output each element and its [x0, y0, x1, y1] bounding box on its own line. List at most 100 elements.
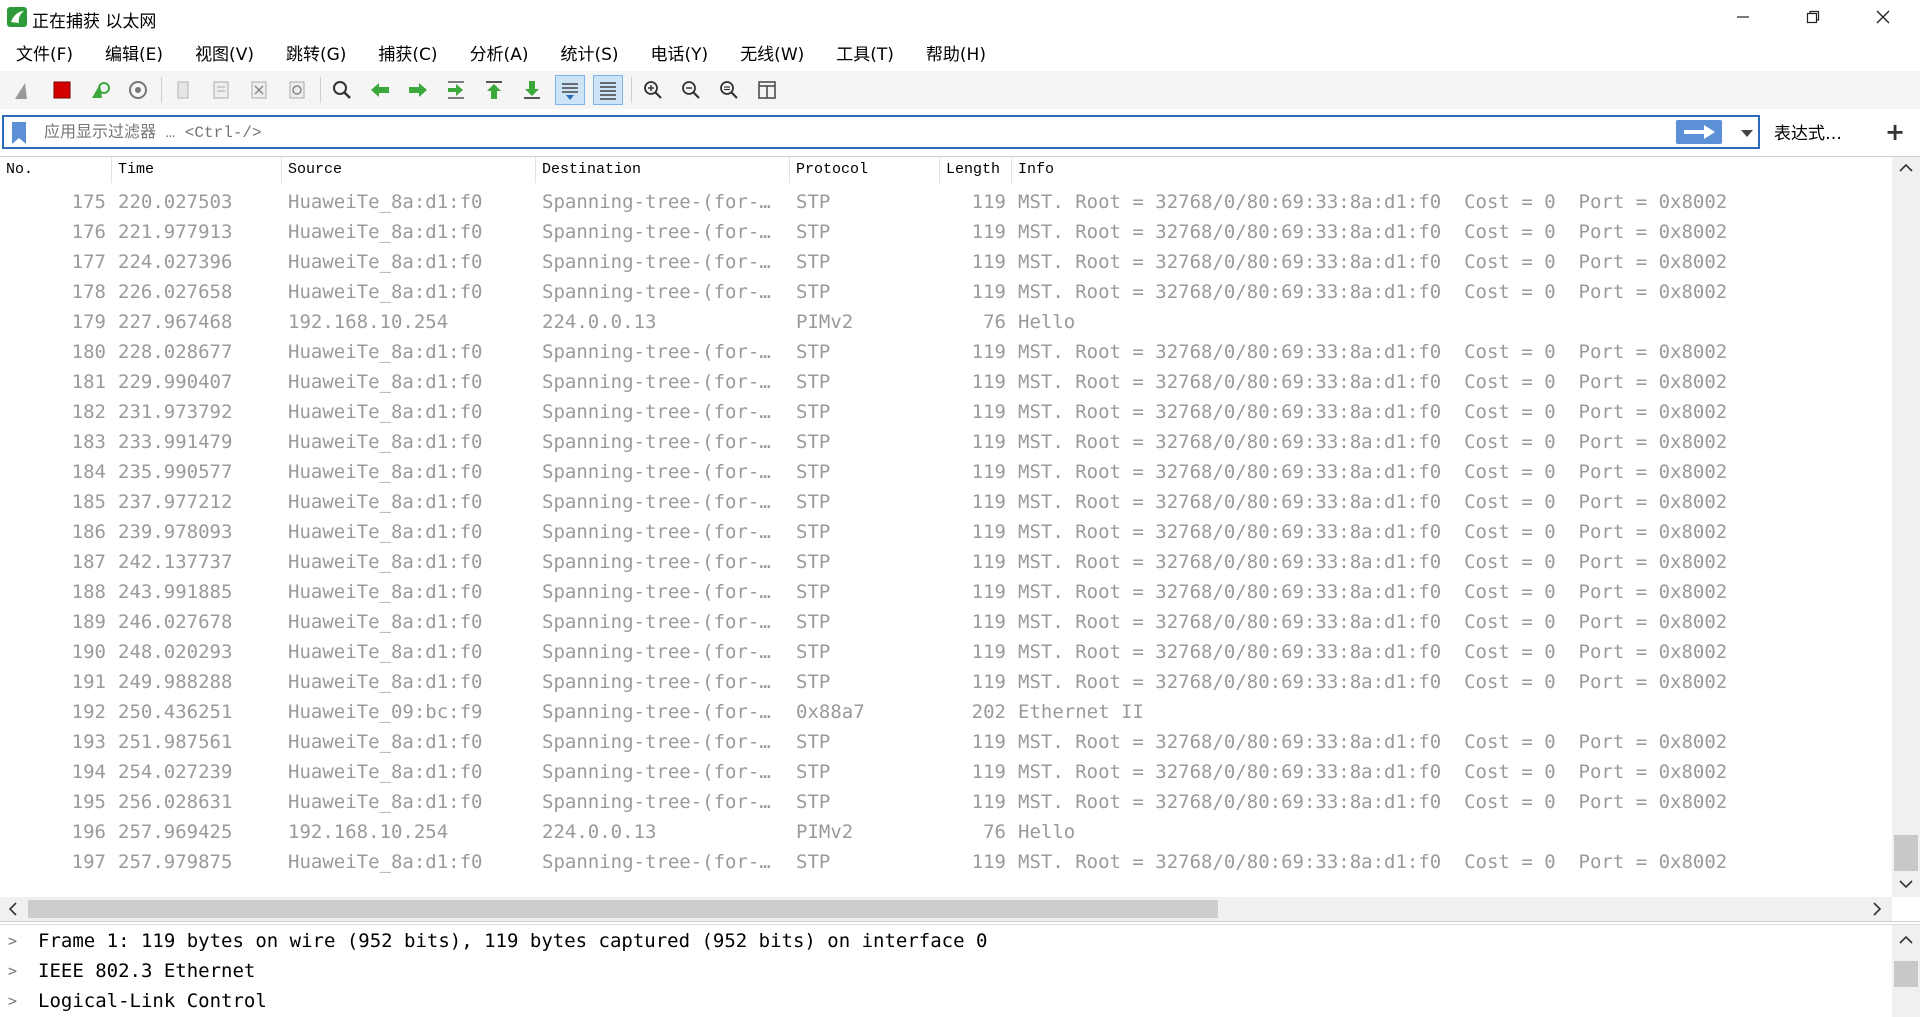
packet-row[interactable]: 190 248.020293 HuaweiTe_8a:d1:f0 Spanning-t…: [0, 637, 1890, 667]
packet-row[interactable]: 184 235.990577 HuaweiTe_8a:d1:f0 Spanning-t…: [0, 457, 1890, 487]
column-header-info[interactable]: Info: [1012, 157, 1890, 183]
packet-destination-cell: Spanning-tree-(for-…: [542, 851, 771, 873]
menu-capture[interactable]: 捕获(C): [368, 36, 447, 69]
shark-fin-icon: [15, 83, 27, 99]
scrollbar-thumb[interactable]: [1894, 835, 1918, 871]
packet-row[interactable]: 175 220.027503 HuaweiTe_8a:d1:f0 Spanning-t…: [0, 187, 1890, 217]
packet-row[interactable]: 194 254.027239 HuaweiTe_8a:d1:f0 Spanning-t…: [0, 757, 1890, 787]
go-back-button[interactable]: [365, 75, 395, 105]
column-header-source[interactable]: Source: [282, 157, 536, 183]
packet-row[interactable]: 186 239.978093 HuaweiTe_8a:d1:f0 Spanning-t…: [0, 517, 1890, 547]
resize-columns-button[interactable]: [752, 75, 782, 105]
find-packet-button[interactable]: [327, 75, 357, 105]
packet-list-horizontal-scrollbar[interactable]: [0, 897, 1892, 921]
detail-item-label: Frame 1: 119 bytes on wire (952 bits), 1…: [38, 930, 988, 952]
packet-row[interactable]: 180 228.028677 HuaweiTe_8a:d1:f0 Spanning-t…: [0, 337, 1890, 367]
packet-row[interactable]: 187 242.137737 HuaweiTe_8a:d1:f0 Spanning-t…: [0, 547, 1890, 577]
zoom-out-button[interactable]: [676, 75, 706, 105]
packet-row[interactable]: 177 224.027396 HuaweiTe_8a:d1:f0 Spanning-t…: [0, 247, 1890, 277]
auto-scroll-button[interactable]: [555, 75, 585, 105]
packet-row[interactable]: 176 221.977913 HuaweiTe_8a:d1:f0 Spanning-t…: [0, 217, 1890, 247]
apply-filter-button[interactable]: [1676, 120, 1722, 144]
packet-no-cell: 195: [71, 791, 106, 813]
packet-source-cell: 192.168.10.254: [288, 821, 449, 843]
packet-row[interactable]: 181 229.990407 HuaweiTe_8a:d1:f0 Spanning-t…: [0, 367, 1890, 397]
packet-time-cell: 227.967468: [118, 311, 233, 333]
detail-tree-item[interactable]: > Frame 1: 119 bytes on wire (952 bits),…: [0, 926, 1890, 956]
menu-wireless[interactable]: 无线(W): [730, 36, 814, 69]
zoom-normal-icon: [720, 81, 738, 99]
menu-statistics[interactable]: 统计(S): [550, 36, 628, 69]
packet-row[interactable]: 185 237.977212 HuaweiTe_8a:d1:f0 Spanning-t…: [0, 487, 1890, 517]
go-to-packet-button[interactable]: [441, 75, 471, 105]
capture-options-button[interactable]: [123, 75, 153, 105]
menu-view[interactable]: 视图(V): [185, 36, 264, 69]
restart-capture-button[interactable]: [85, 75, 115, 105]
zoom-normal-button[interactable]: [714, 75, 744, 105]
chevron-right-icon[interactable]: >: [8, 956, 24, 986]
details-vertical-scrollbar[interactable]: [1892, 925, 1920, 1017]
bookmark-icon[interactable]: [10, 121, 28, 145]
go-first-button[interactable]: [479, 75, 509, 105]
packet-row[interactable]: 183 233.991479 HuaweiTe_8a:d1:f0 Spanning-t…: [0, 427, 1890, 457]
go-last-button[interactable]: [517, 75, 547, 105]
menu-go[interactable]: 跳转(G): [276, 36, 356, 69]
filter-history-dropdown[interactable]: [1737, 121, 1757, 145]
go-forward-button[interactable]: [403, 75, 433, 105]
menu-tools[interactable]: 工具(T): [826, 36, 904, 69]
menu-analyze[interactable]: 分析(A): [460, 36, 539, 69]
packet-row[interactable]: 192 250.436251 HuaweiTe_09:bc:f9 Spanning-t…: [0, 697, 1890, 727]
expression-button[interactable]: 表达式…: [1774, 119, 1842, 144]
packet-row[interactable]: 195 256.028631 HuaweiTe_8a:d1:f0 Spanning-t…: [0, 787, 1890, 817]
add-filter-button[interactable]: +: [1880, 117, 1910, 147]
packet-row[interactable]: 182 231.973792 HuaweiTe_8a:d1:f0 Spanning-t…: [0, 397, 1890, 427]
chevron-right-icon[interactable]: >: [8, 986, 24, 1016]
packet-destination-cell: 224.0.0.13: [542, 821, 657, 843]
column-header-length[interactable]: Length: [940, 157, 1012, 183]
packet-length-cell: 76: [983, 821, 1006, 843]
menu-file[interactable]: 文件(F): [6, 36, 83, 69]
scrollbar-thumb[interactable]: [28, 900, 1218, 918]
column-header-time[interactable]: Time: [112, 157, 282, 183]
save-file-button[interactable]: [206, 75, 236, 105]
menu-help[interactable]: 帮助(H): [916, 36, 996, 69]
packet-row[interactable]: 193 251.987561 HuaweiTe_8a:d1:f0 Spanning-t…: [0, 727, 1890, 757]
start-capture-button[interactable]: [9, 75, 39, 105]
close-file-button[interactable]: [244, 75, 274, 105]
scroll-up-arrow-icon[interactable]: [1892, 929, 1920, 951]
packet-source-cell: HuaweiTe_8a:d1:f0: [288, 671, 483, 693]
packet-row[interactable]: 188 243.991885 HuaweiTe_8a:d1:f0 Spanning-t…: [0, 577, 1890, 607]
menu-edit[interactable]: 编辑(E): [95, 36, 173, 69]
display-filter-input[interactable]: [44, 120, 1664, 146]
scroll-down-arrow-icon[interactable]: [1892, 873, 1920, 895]
close-button[interactable]: [1848, 0, 1918, 34]
column-header-protocol[interactable]: Protocol: [790, 157, 940, 183]
packet-row[interactable]: 178 226.027658 HuaweiTe_8a:d1:f0 Spanning-t…: [0, 277, 1890, 307]
detail-tree-item[interactable]: > Logical-Link Control: [0, 986, 1890, 1016]
open-file-button[interactable]: [168, 75, 198, 105]
packet-source-cell: HuaweiTe_8a:d1:f0: [288, 491, 483, 513]
chevron-right-icon[interactable]: >: [8, 926, 24, 956]
colorize-button[interactable]: [593, 75, 623, 105]
minimize-button[interactable]: [1708, 0, 1778, 34]
scrollbar-thumb[interactable]: [1894, 961, 1918, 987]
packet-row[interactable]: 196 257.969425 192.168.10.254 224.0.0.13 PIM…: [0, 817, 1890, 847]
scroll-up-arrow-icon[interactable]: [1892, 157, 1920, 179]
scroll-right-arrow-icon[interactable]: [1864, 897, 1888, 921]
column-header-no[interactable]: No.: [0, 157, 112, 183]
zoom-in-button[interactable]: [638, 75, 668, 105]
scroll-left-arrow-icon[interactable]: [2, 897, 26, 921]
packet-row[interactable]: 191 249.988288 HuaweiTe_8a:d1:f0 Spanning-t…: [0, 667, 1890, 697]
detail-tree-item[interactable]: > IEEE 802.3 Ethernet: [0, 956, 1890, 986]
packet-row[interactable]: 179 227.967468 192.168.10.254 224.0.0.13 PIM…: [0, 307, 1890, 337]
packet-list-vertical-scrollbar[interactable]: [1892, 157, 1920, 897]
stop-capture-button[interactable]: [47, 75, 77, 105]
packet-time-cell: 239.978093: [118, 521, 233, 543]
menu-telephony[interactable]: 电话(Y): [641, 36, 719, 69]
packet-row[interactable]: 189 246.027678 HuaweiTe_8a:d1:f0 Spanning-t…: [0, 607, 1890, 637]
reload-file-button[interactable]: [282, 75, 312, 105]
packet-row[interactable]: 197 257.979875 HuaweiTe_8a:d1:f0 Spanning-t…: [0, 847, 1890, 877]
column-header-destination[interactable]: Destination: [536, 157, 790, 183]
maximize-button[interactable]: [1778, 0, 1848, 34]
packet-no-cell: 180: [71, 341, 106, 363]
